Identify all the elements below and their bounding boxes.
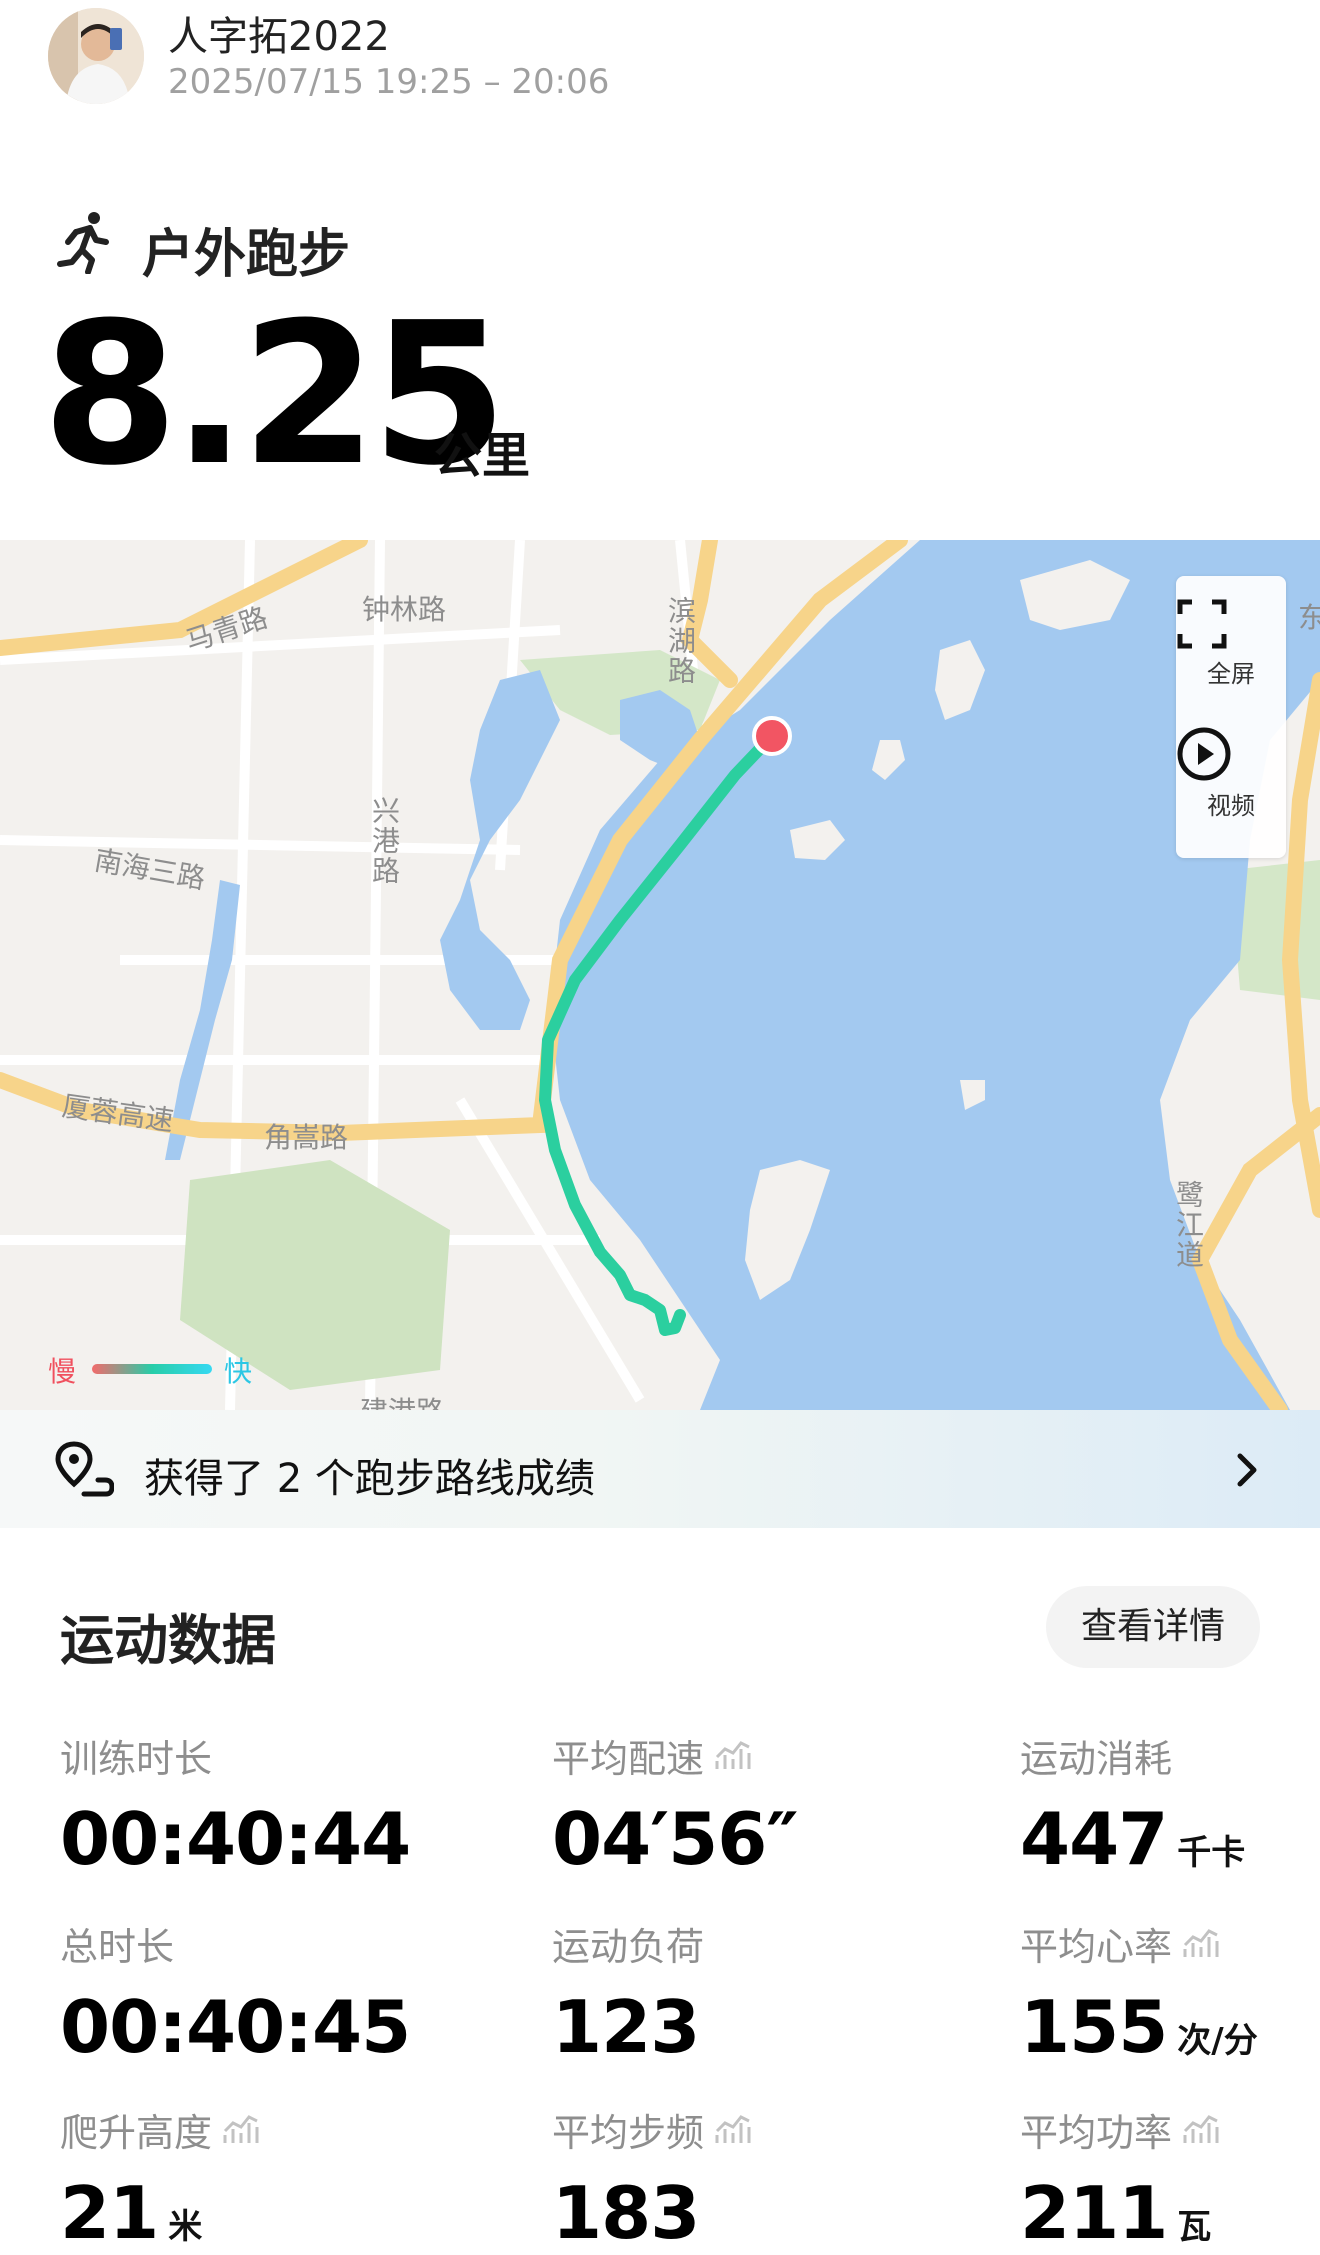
stat-unit: 千卡 [1177, 1833, 1246, 1873]
road-label: 建港路 [360, 1390, 444, 1410]
stat-average-cadence[interactable]: 平均步频 183 [552, 2102, 752, 2255]
stat-value: 447 [1020, 1797, 1168, 1881]
stat-unit: 次/分 [1177, 2021, 1258, 2061]
stat-training-load: 运动负荷 123 [552, 1916, 704, 2069]
trend-chart-icon [715, 2114, 751, 2143]
fullscreen-label: 全屏 [1207, 660, 1255, 688]
stat-value: 123 [552, 1985, 700, 2069]
road-label: 钟林路 [362, 593, 447, 626]
fullscreen-icon [1177, 599, 1227, 649]
video-label: 视频 [1207, 792, 1255, 820]
view-details-button[interactable]: 查看详情 [1046, 1586, 1260, 1668]
stat-total-duration: 总时长 00:40:45 [60, 1916, 411, 2069]
legend-gradient-bar [92, 1364, 212, 1374]
trend-chart-icon [223, 2114, 259, 2143]
video-button[interactable]: 视频 [1176, 726, 1286, 821]
stat-value: 155 [1020, 1985, 1168, 2069]
stats-section-title: 运动数据 [60, 1609, 276, 1672]
stat-average-power[interactable]: 平均功率 211 瓦 [1020, 2102, 1220, 2255]
stat-unit: 瓦 [1177, 2207, 1212, 2247]
stat-average-pace[interactable]: 平均配速 04′56″ [552, 1728, 799, 1881]
route-achievement-banner[interactable]: 获得了 2 个跑步路线成绩 [0, 1410, 1320, 1528]
stat-unit: 米 [168, 2207, 203, 2247]
stat-label: 训练时长 [60, 1737, 213, 1781]
stat-label: 平均心率 [1020, 1925, 1173, 1969]
stat-label: 平均配速 [552, 1737, 705, 1781]
achievement-text: 获得了 2 个跑步路线成绩 [144, 1456, 595, 1502]
workout-time-range: 2025/07/15 19:25 – 20:06 [168, 62, 610, 102]
legend-slow-label: 慢 [48, 1355, 77, 1388]
running-person-icon [57, 212, 109, 274]
play-icon [1177, 727, 1231, 781]
stat-label: 运动负荷 [552, 1925, 705, 1969]
road-label: 鹭江道 [1172, 1180, 1205, 1270]
stat-label: 运动消耗 [1020, 1737, 1173, 1781]
road-label: 角嵩路 [264, 1121, 349, 1154]
map-controls: 全屏 视频 [1176, 576, 1286, 858]
road-label: 兴港路 [368, 796, 401, 886]
fullscreen-button[interactable]: 全屏 [1176, 598, 1286, 689]
route-map[interactable]: 马青路 钟林路 滨湖路 兴港路 南海三路 厦蓉高速 角嵩路 鹭江道 东 建港路 … [0, 540, 1320, 1410]
trend-chart-icon [715, 1740, 751, 1769]
stat-average-heart-rate[interactable]: 平均心率 155 次/分 [1020, 1916, 1258, 2069]
chevron-right-icon [1237, 1453, 1257, 1487]
stat-value: 00:40:44 [60, 1797, 411, 1881]
stat-training-duration: 训练时长 00:40:44 [60, 1728, 411, 1881]
legend-fast-label: 快 [224, 1355, 253, 1388]
road-label: 东 [1298, 601, 1320, 634]
route-end-marker [752, 716, 792, 756]
sport-type: 户外跑步 [142, 225, 351, 285]
road-label: 滨湖路 [664, 596, 697, 686]
stat-value: 183 [552, 2171, 700, 2255]
distance-unit: 公里 [434, 428, 531, 484]
stat-elevation-gain[interactable]: 爬升高度 21 米 [60, 2102, 260, 2255]
stat-label: 平均步频 [552, 2111, 705, 2155]
stat-value: 04′56″ [552, 1797, 799, 1881]
trend-chart-icon [1183, 2114, 1219, 2143]
stat-label: 爬升高度 [60, 2111, 213, 2155]
username[interactable]: 人字拓2022 [168, 4, 390, 62]
trend-chart-icon [1183, 1928, 1219, 1957]
distance-value: 8.25 [42, 281, 508, 509]
avatar[interactable] [48, 8, 144, 104]
stat-value: 21 [60, 2171, 159, 2255]
stat-label: 总时长 [60, 1925, 175, 1969]
stat-label: 平均功率 [1020, 2111, 1173, 2155]
stat-value: 00:40:45 [60, 1985, 411, 2069]
stat-calories: 运动消耗 447 千卡 [1020, 1728, 1245, 1881]
route-pin-icon [55, 1441, 114, 1497]
stat-value: 211 [1020, 2171, 1168, 2255]
